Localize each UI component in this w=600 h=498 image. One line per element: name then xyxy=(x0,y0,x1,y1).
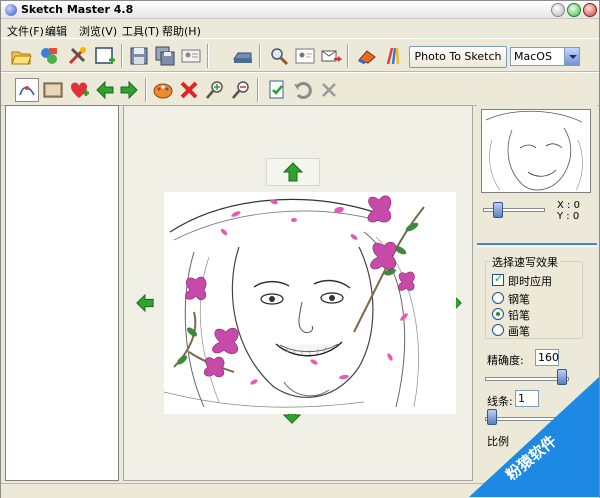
instant-apply-checkbox[interactable] xyxy=(492,272,504,286)
style-combo-value: MacOS xyxy=(514,50,552,63)
lines-slider-thumb[interactable] xyxy=(487,409,497,425)
arrow-up-icon xyxy=(282,162,304,182)
sketch-mode-icon[interactable] xyxy=(15,78,39,102)
toolbar-separator xyxy=(145,78,147,102)
pencils-icon[interactable] xyxy=(381,44,405,68)
effect-group-title: 选择速写效果 xyxy=(490,254,560,270)
minimize-button[interactable] xyxy=(551,3,565,17)
send-email-icon[interactable] xyxy=(319,44,343,68)
contact-card-icon[interactable] xyxy=(179,44,203,68)
batch-images-icon[interactable] xyxy=(37,44,61,68)
main-toolbar: Photo To Sketch MacOS xyxy=(1,38,599,72)
toolbar-separator xyxy=(347,44,349,68)
status-bar xyxy=(1,483,599,498)
zoom-icon[interactable] xyxy=(267,44,291,68)
precision-label: 精确度: xyxy=(487,354,524,367)
app-icon xyxy=(5,4,17,16)
add-favorite-icon[interactable] xyxy=(67,78,91,102)
effect-groupbox: 选择速写效果 即时应用 钢笔 铅笔 画笔 xyxy=(485,254,583,339)
radio-pen[interactable] xyxy=(492,292,504,304)
apply-document-icon[interactable] xyxy=(265,78,289,102)
delete-icon[interactable] xyxy=(177,78,201,102)
lines-slider-track[interactable] xyxy=(485,417,569,421)
palette-icon[interactable] xyxy=(151,78,175,102)
maximize-button[interactable] xyxy=(567,3,581,17)
arrow-left-icon xyxy=(136,293,154,313)
zoom-out-icon[interactable] xyxy=(229,78,253,102)
file-list-pane[interactable] xyxy=(5,105,119,481)
tools-icon[interactable] xyxy=(65,44,89,68)
edit-toolbar xyxy=(1,72,599,106)
y-coordinate: Y : 0 xyxy=(557,211,580,222)
menu-bar: 文件(F) 编辑 浏览(V) 工具(T) 帮助(H) xyxy=(1,20,599,38)
window-title: Sketch Master 4.8 xyxy=(21,3,134,16)
menu-view[interactable]: 浏览(V) xyxy=(79,23,117,39)
cancel-icon[interactable] xyxy=(317,78,341,102)
title-bar[interactable]: Sketch Master 4.8 xyxy=(1,1,599,19)
toolbar-separator xyxy=(257,78,259,102)
precision-slider-thumb[interactable] xyxy=(557,369,567,385)
lines-label: 线条: xyxy=(487,395,513,408)
pan-up-button[interactable] xyxy=(266,158,320,186)
open-folder-icon[interactable] xyxy=(9,44,33,68)
photo-to-sketch-button[interactable]: Photo To Sketch xyxy=(409,46,507,68)
undo-icon[interactable] xyxy=(291,78,315,102)
portrait-card-icon[interactable] xyxy=(293,44,317,68)
panel-divider xyxy=(477,243,597,247)
menu-tools[interactable]: 工具(T) xyxy=(122,23,159,39)
save-icon[interactable] xyxy=(127,44,151,68)
zoom-in-icon[interactable] xyxy=(203,78,227,102)
radio-pen-label: 钢笔 xyxy=(508,293,530,306)
menu-file[interactable]: 文件(F) xyxy=(7,23,44,39)
radio-pencil[interactable] xyxy=(492,308,504,320)
toolbar-separator xyxy=(207,44,209,68)
sketch-image xyxy=(163,192,456,414)
app-window: Sketch Master 4.8 文件(F) 编辑 浏览(V) 工具(T) 帮… xyxy=(0,0,600,498)
canvas-area[interactable] xyxy=(123,105,473,481)
toolbar-separator xyxy=(121,44,123,68)
eraser-icon[interactable] xyxy=(355,44,379,68)
preview-slider-thumb[interactable] xyxy=(493,202,503,218)
radio-pencil-label: 铅笔 xyxy=(508,309,530,322)
pan-left-button[interactable] xyxy=(134,292,156,314)
ratio-label: 比例 xyxy=(487,435,509,448)
radio-brush-label: 画笔 xyxy=(508,325,530,338)
precision-input[interactable]: 160 xyxy=(535,349,559,366)
preview-thumbnail[interactable] xyxy=(481,109,591,193)
close-button[interactable] xyxy=(583,3,597,17)
menu-help[interactable]: 帮助(H) xyxy=(162,23,201,39)
new-image-icon[interactable] xyxy=(93,44,117,68)
chevron-down-icon[interactable] xyxy=(564,48,579,65)
style-combo[interactable]: MacOS xyxy=(510,47,580,66)
scanner-icon[interactable] xyxy=(231,44,255,68)
lines-input[interactable]: 1 xyxy=(515,390,539,407)
settings-panel: X : 0 Y : 0 选择速写效果 即时应用 钢笔 铅笔 画笔 精确度: 16… xyxy=(477,105,597,481)
radio-brush[interactable] xyxy=(492,324,504,336)
toolbar-separator xyxy=(259,44,261,68)
arrow-left-icon[interactable] xyxy=(93,78,117,102)
save-as-icon[interactable] xyxy=(153,44,177,68)
menu-edit[interactable]: 编辑 xyxy=(45,23,67,39)
x-coordinate: X : 0 xyxy=(557,200,580,211)
instant-apply-label: 即时应用 xyxy=(508,275,552,288)
image-mode-icon[interactable] xyxy=(41,78,65,102)
arrow-right-icon[interactable] xyxy=(117,78,141,102)
